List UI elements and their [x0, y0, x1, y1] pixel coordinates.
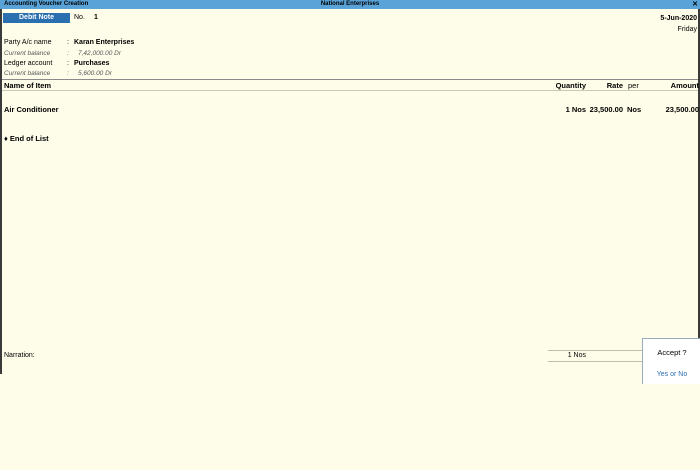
total-quantity: 1 Nos: [567, 352, 586, 359]
ledger-balance-label: Current balance: [4, 70, 51, 77]
header-divider-top: [2, 79, 698, 80]
party-account-label: Party A/c name: [4, 39, 52, 46]
party-account-field[interactable]: Karan Enterprises: [74, 39, 134, 46]
party-balance-label: Current balance: [4, 50, 51, 57]
total-divider-bottom: [548, 361, 642, 362]
ledger-balance-colon: :: [67, 70, 69, 77]
column-header-rate: Rate: [606, 81, 623, 90]
item-amount-cell[interactable]: 23,500.00: [640, 105, 699, 114]
no-button[interactable]: No: [678, 371, 687, 378]
total-divider-top: [548, 350, 642, 351]
close-icon[interactable]: ✕: [692, 0, 698, 8]
item-name-cell[interactable]: Air Conditioner: [4, 105, 59, 114]
header-divider-bottom: [2, 90, 698, 91]
column-header-name: Name of Item: [4, 81, 52, 90]
narration-label: Narration:: [4, 352, 35, 359]
voucher-number-value[interactable]: 1: [94, 14, 98, 21]
accept-options: Yes or No: [643, 371, 700, 378]
party-colon: :: [67, 39, 69, 46]
voucher-date[interactable]: 5-Jun-2020: [660, 15, 697, 22]
end-of-list-item[interactable]: ♦ End of List: [4, 134, 49, 143]
title-bar: Accounting Voucher Creation National Ent…: [0, 0, 700, 9]
ledger-balance-value: 5,600.00 Dr: [78, 70, 112, 77]
accept-dialog: Accept ? Yes or No: [642, 338, 700, 384]
yes-button[interactable]: Yes: [657, 371, 668, 378]
company-name: National Enterprises: [320, 1, 380, 7]
item-quantity-cell[interactable]: 1 Nos: [540, 105, 586, 114]
voucher-day: Friday: [677, 26, 697, 33]
ledger-colon: :: [67, 60, 69, 67]
left-border: [0, 9, 2, 374]
ledger-account-label: Ledger account: [4, 60, 53, 67]
column-header-per: per: [628, 81, 639, 90]
party-balance-colon: :: [67, 50, 69, 57]
or-label: or: [670, 371, 677, 378]
voucher-type-button[interactable]: Debit Note: [3, 13, 70, 23]
column-header-amount: Amount: [670, 81, 699, 90]
accept-question: Accept ?: [657, 348, 687, 357]
party-balance-value: 7,42,000.00 Dr: [78, 50, 122, 57]
voucher-number-label: No.: [74, 14, 85, 21]
item-rate-cell[interactable]: 23,500.00: [588, 105, 623, 114]
ledger-account-field[interactable]: Purchases: [74, 60, 109, 67]
column-header-quantity: Quantity: [555, 81, 586, 90]
